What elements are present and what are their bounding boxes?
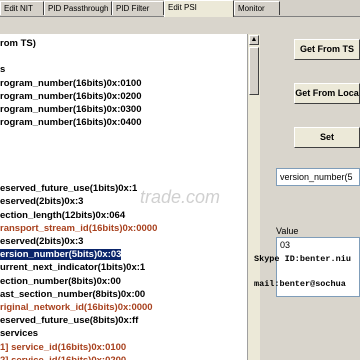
tree-item[interactable]: rogram_number(16bits)0x:0400 xyxy=(0,117,142,129)
tree-item[interactable]: rogram_number(16bits)0x:0100 xyxy=(0,78,142,90)
tree-item[interactable]: ection_number(8bits)0x:00 xyxy=(0,276,121,288)
tree-item[interactable]: eserved(2bits)0x:3 xyxy=(0,236,83,248)
scroll-thumb[interactable] xyxy=(249,47,259,95)
tab-pid-filter[interactable]: PID Filter xyxy=(112,1,164,15)
tree-item[interactable]: eserved(2bits)0x:3 xyxy=(0,196,83,208)
value-label: Value xyxy=(276,226,299,236)
tree-item[interactable]: 2] service_id(16bits)0x:0200 xyxy=(0,355,126,360)
tree-item[interactable]: rogram_number(16bits)0x:0200 xyxy=(0,91,142,103)
tree-scrollbar[interactable]: ▲ xyxy=(247,34,260,360)
tab-monitor[interactable]: Monitor xyxy=(234,1,280,15)
tree-item[interactable]: 1] service_id(16bits)0x:0100 xyxy=(0,342,126,354)
tree-item[interactable]: eserved_future_use(1bits)0x:1 xyxy=(0,183,137,195)
email-contact: mail:benter@sochua xyxy=(254,279,346,289)
tree-item[interactable]: services xyxy=(0,328,38,340)
tree-item[interactable]: rogram_number(16bits)0x:0300 xyxy=(0,104,142,116)
field-name-input[interactable]: version_number(5 xyxy=(276,168,360,186)
tab-edit-nit[interactable]: Edit NIT xyxy=(0,1,44,15)
tree-item[interactable]: rom TS) xyxy=(0,38,36,50)
get-from-local-button[interactable]: Get From Loca xyxy=(294,83,360,104)
tree-item[interactable]: ransport_stream_id(16bits)0x:0000 xyxy=(0,223,157,235)
tree-item[interactable]: ection_length(12bits)0x:064 xyxy=(0,210,125,222)
scroll-up-arrow-icon[interactable]: ▲ xyxy=(249,35,259,45)
watermark: trade.com xyxy=(140,187,221,207)
tab-pid-passthrough[interactable]: PID Passthrough xyxy=(44,1,112,15)
tree-item[interactable]: riginal_network_id(16bits)0x:0000 xyxy=(0,302,153,314)
tab-bar: Edit NIT PID Passthrough PID Filter Edit… xyxy=(0,0,360,17)
tree-item-selected[interactable]: ersion_number(5bits)0x:03 xyxy=(0,249,122,261)
skype-contact: Skype ID:benter.niu xyxy=(254,254,351,264)
get-from-ts-button[interactable]: Get From TS xyxy=(294,39,360,60)
tree-item[interactable]: eserved_future_use(8bits)0x:ff xyxy=(0,315,138,327)
tab-edit-psi[interactable]: Edit PSI xyxy=(164,0,234,17)
tree-item[interactable]: ast_section_number(8bits)0x:00 xyxy=(0,289,145,301)
tree-item[interactable]: s xyxy=(0,64,5,76)
set-button[interactable]: Set xyxy=(294,127,360,148)
tree-item[interactable]: urrent_next_indicator(1bits)0x:1 xyxy=(0,262,145,274)
